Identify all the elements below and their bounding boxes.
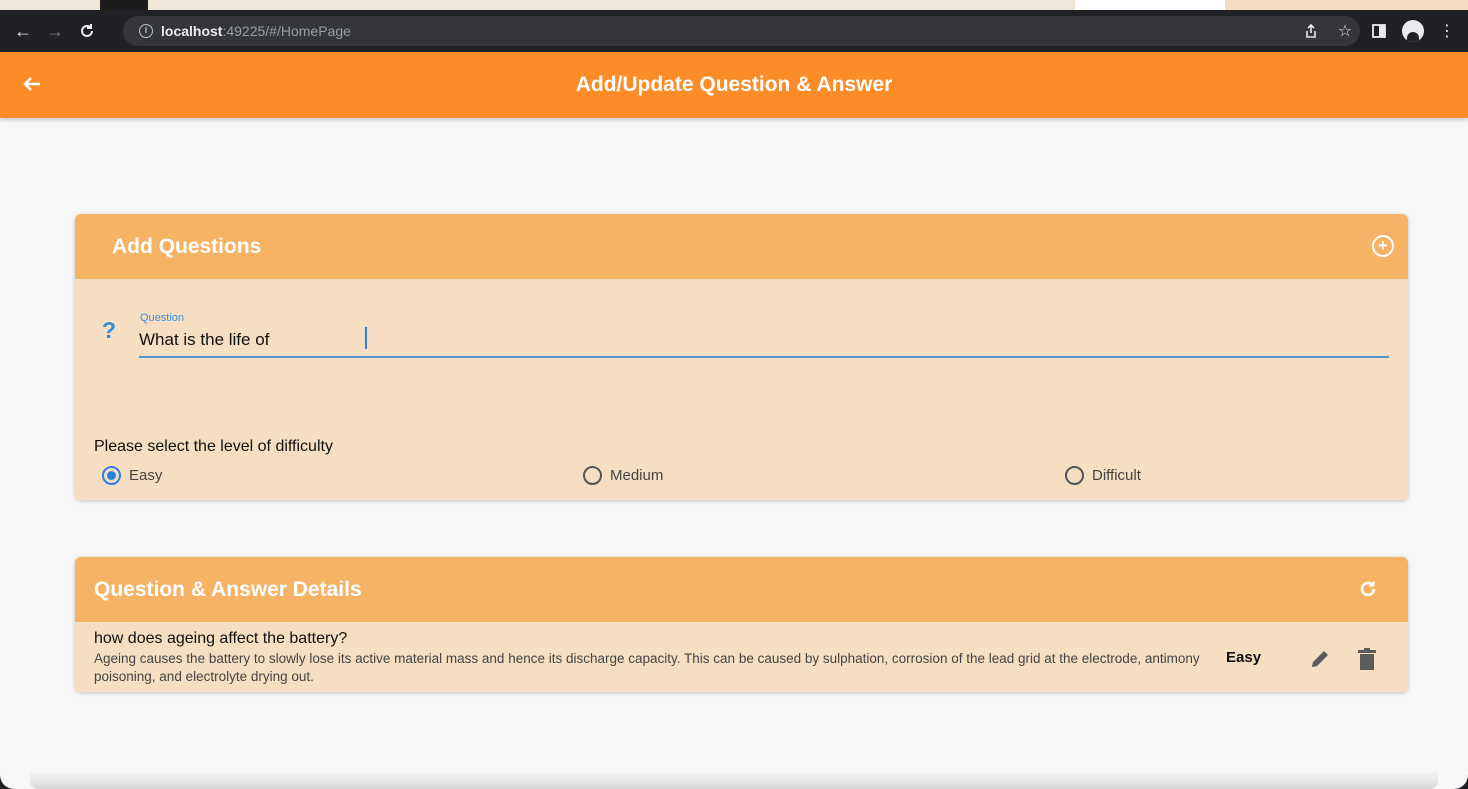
difficulty-option-label: Difficult xyxy=(1092,467,1141,484)
share-icon[interactable] xyxy=(1300,20,1322,42)
qa-details-header: Question & Answer Details xyxy=(75,557,1408,622)
app-bar: Add/Update Question & Answer xyxy=(0,52,1468,118)
delete-trash-icon[interactable] xyxy=(1355,647,1379,673)
forward-icon[interactable]: → xyxy=(42,18,68,44)
difficulty-prompt: Please select the level of difficulty xyxy=(94,438,333,455)
site-info-icon[interactable]: i xyxy=(139,24,153,38)
radio-unselected-icon[interactable] xyxy=(1065,466,1084,485)
menu-kebab-icon[interactable]: ⋮ xyxy=(1436,20,1458,42)
url-host: localhost xyxy=(161,23,223,39)
back-icon[interactable]: ← xyxy=(10,18,36,44)
text-caret xyxy=(365,327,367,349)
add-questions-title: Add Questions xyxy=(112,234,262,258)
bookmark-star-icon[interactable]: ☆ xyxy=(1334,20,1356,42)
page-title: Add/Update Question & Answer xyxy=(575,73,893,96)
qa-answer-text: Ageing causes the battery to slowly lose… xyxy=(94,651,1200,684)
difficulty-option-label: Easy xyxy=(129,467,163,484)
difficulty-option-label: Medium xyxy=(610,467,664,484)
qa-details-title: Question & Answer Details xyxy=(94,577,362,601)
qa-level-badge: Easy xyxy=(1226,649,1262,666)
desktop-background-strip xyxy=(0,0,1468,10)
add-circle-icon[interactable]: + xyxy=(1372,235,1394,257)
side-panel-icon[interactable] xyxy=(1368,20,1390,42)
browser-toolbar: ← → i localhost:49225/#/HomePage ☆ ⋮ xyxy=(0,10,1468,52)
difficulty-option-medium[interactable]: Medium xyxy=(583,466,663,485)
question-input[interactable] xyxy=(139,324,1389,358)
reload-icon[interactable] xyxy=(74,18,100,44)
question-mark-icon: ? xyxy=(102,317,117,343)
qa-question-text: how does ageing affect the battery? xyxy=(94,630,348,647)
edit-pencil-icon[interactable] xyxy=(1307,647,1333,673)
profile-avatar-icon[interactable] xyxy=(1402,20,1424,42)
bottom-shadow xyxy=(30,772,1438,789)
address-bar[interactable]: i localhost:49225/#/HomePage xyxy=(123,16,1360,46)
back-arrow-icon[interactable] xyxy=(20,72,46,98)
app-window: Add/Update Question & Answer Add Questio… xyxy=(0,52,1468,789)
qa-details-card: Question & Answer Details how does agein… xyxy=(75,557,1408,692)
difficulty-option-difficult[interactable]: Difficult xyxy=(1065,466,1141,485)
question-field-label: Question xyxy=(140,312,185,324)
add-questions-card: Add Questions + ? Question Please select… xyxy=(75,214,1408,500)
difficulty-option-easy[interactable]: Easy xyxy=(102,466,162,485)
url-path: :49225/#/HomePage xyxy=(222,23,351,39)
radio-unselected-icon[interactable] xyxy=(583,466,602,485)
add-questions-header: Add Questions + xyxy=(75,214,1408,279)
refresh-icon[interactable] xyxy=(1358,579,1378,605)
radio-selected-icon[interactable] xyxy=(102,466,121,485)
